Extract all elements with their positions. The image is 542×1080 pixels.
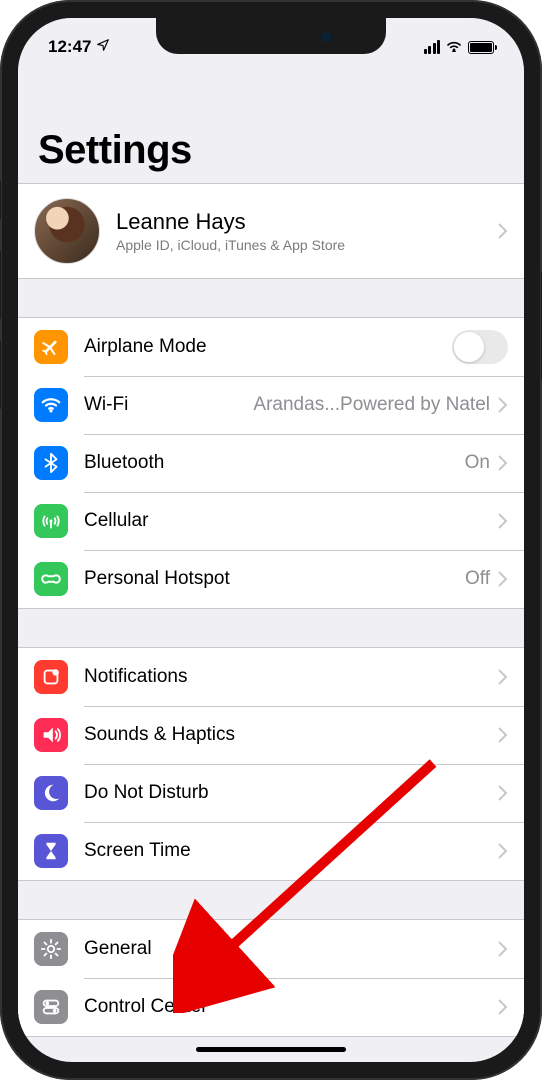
row-label: General xyxy=(84,938,152,960)
cellular-icon xyxy=(34,504,68,538)
page-title: Settings xyxy=(38,128,504,173)
chevron-right-icon xyxy=(498,785,508,801)
moon-icon xyxy=(34,776,68,810)
gear-icon xyxy=(34,932,68,966)
section-alerts: Notifications Sounds & Haptics Do Not Di… xyxy=(18,647,524,881)
bluetooth-icon xyxy=(34,446,68,480)
row-apple-id[interactable]: Leanne Hays Apple ID, iCloud, iTunes & A… xyxy=(18,184,524,278)
row-bluetooth[interactable]: Bluetooth On xyxy=(18,434,524,492)
row-personal-hotspot[interactable]: Personal Hotspot Off xyxy=(18,550,524,608)
chevron-right-icon xyxy=(498,571,508,587)
row-airplane-mode[interactable]: Airplane Mode xyxy=(18,318,524,376)
chevron-right-icon xyxy=(498,999,508,1015)
row-label: Cellular xyxy=(84,510,148,532)
chevron-right-icon xyxy=(498,397,508,413)
chevron-right-icon xyxy=(498,941,508,957)
section-profile: Leanne Hays Apple ID, iCloud, iTunes & A… xyxy=(18,183,524,279)
chevron-right-icon xyxy=(498,727,508,743)
wifi-settings-icon xyxy=(34,388,68,422)
row-value: On xyxy=(465,452,490,474)
home-indicator[interactable] xyxy=(196,1047,346,1052)
chevron-right-icon xyxy=(498,669,508,685)
avatar xyxy=(34,198,100,264)
row-control-center[interactable]: Control Center xyxy=(18,978,524,1036)
row-value: Off xyxy=(465,568,490,590)
row-label: Sounds & Haptics xyxy=(84,724,235,746)
notifications-icon xyxy=(34,660,68,694)
chevron-right-icon xyxy=(498,843,508,859)
row-label: Bluetooth xyxy=(84,452,164,474)
screen: 12:47 Settings Leanne Hays xyxy=(18,18,524,1062)
airplane-icon xyxy=(34,330,68,364)
row-label: Screen Time xyxy=(84,840,191,862)
airplane-toggle[interactable] xyxy=(452,330,508,364)
row-general[interactable]: General xyxy=(18,920,524,978)
switches-icon xyxy=(34,990,68,1024)
chevron-right-icon xyxy=(498,513,508,529)
wifi-icon xyxy=(445,37,463,57)
device-notch xyxy=(156,18,386,54)
cellular-signal-icon xyxy=(424,40,441,54)
row-label: Do Not Disturb xyxy=(84,782,209,804)
row-value: Arandas...Powered by Natel xyxy=(253,394,490,416)
battery-icon xyxy=(468,41,494,54)
hotspot-icon xyxy=(34,562,68,596)
chevron-right-icon xyxy=(498,455,508,471)
profile-subtitle: Apple ID, iCloud, iTunes & App Store xyxy=(116,237,345,253)
location-icon xyxy=(96,37,110,57)
row-wifi[interactable]: Wi-Fi Arandas...Powered by Natel xyxy=(18,376,524,434)
sounds-icon xyxy=(34,718,68,752)
phone-frame: 12:47 Settings Leanne Hays xyxy=(0,0,542,1080)
chevron-right-icon xyxy=(498,223,508,239)
row-label: Airplane Mode xyxy=(84,336,207,358)
row-label: Wi-Fi xyxy=(84,394,128,416)
section-connectivity: Airplane Mode Wi-Fi Arandas...Powered by… xyxy=(18,317,524,609)
row-label: Personal Hotspot xyxy=(84,568,230,590)
section-general: General Control Center xyxy=(18,919,524,1037)
row-cellular[interactable]: Cellular xyxy=(18,492,524,550)
row-do-not-disturb[interactable]: Do Not Disturb xyxy=(18,764,524,822)
hourglass-icon xyxy=(34,834,68,868)
row-label: Control Center xyxy=(84,996,208,1018)
row-screen-time[interactable]: Screen Time xyxy=(18,822,524,880)
status-time: 12:47 xyxy=(48,37,91,57)
row-notifications[interactable]: Notifications xyxy=(18,648,524,706)
row-label: Notifications xyxy=(84,666,188,688)
page-header: Settings xyxy=(18,68,524,183)
row-sounds-haptics[interactable]: Sounds & Haptics xyxy=(18,706,524,764)
profile-name: Leanne Hays xyxy=(116,209,345,235)
